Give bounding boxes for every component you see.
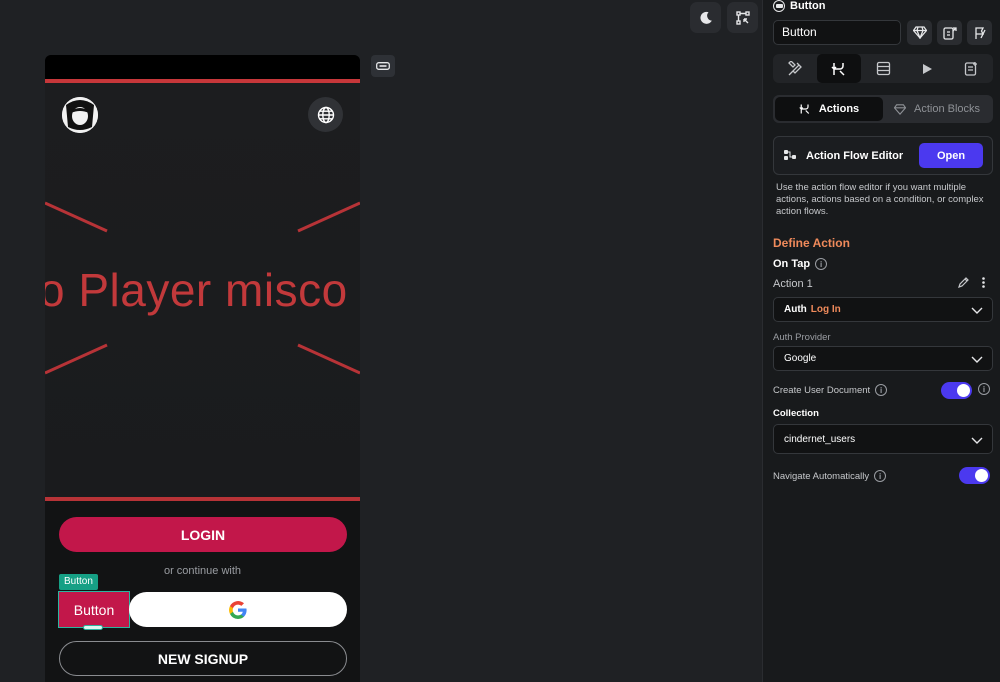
google-signin-button[interactable] (129, 592, 347, 627)
on-tap-label: On Tap i (773, 258, 828, 270)
login-button[interactable]: LOGIN (59, 517, 347, 552)
diamond-button[interactable] (907, 20, 932, 45)
google-logo (229, 600, 247, 619)
widget-type-label: Button (790, 0, 826, 12)
avatar-icon (62, 97, 98, 133)
collection-label: Collection (773, 408, 819, 419)
toggle-knob (975, 469, 988, 482)
widget-name-field[interactable]: Button (773, 20, 901, 45)
button-widget-icon (773, 0, 785, 12)
flag-icon (974, 26, 986, 39)
create-user-document-toggle[interactable] (941, 382, 972, 399)
auth-provider-label: Auth Provider (773, 332, 831, 343)
select-tool-button[interactable] (727, 2, 758, 33)
phone-preview: o Player misco LOGIN or continue with Bu… (45, 55, 360, 682)
properties-icon (788, 60, 802, 75)
chevron-down-icon (971, 437, 983, 444)
navigate-automatically-label: Navigate Automatically (773, 470, 870, 482)
info-icon[interactable]: i (874, 470, 887, 482)
chevron-down-icon (971, 307, 983, 314)
hero-section: o Player misco (45, 83, 360, 501)
selected-button[interactable]: Button (58, 591, 130, 628)
tab-docs[interactable] (949, 54, 993, 83)
moon-icon (699, 11, 712, 24)
action-flow-editor-label: Action Flow Editor (806, 150, 904, 162)
actions-icon (799, 104, 810, 114)
properties-panel: Button Button Actions Action Blocks Acti… (762, 0, 1000, 682)
auth-provider-value: Google (784, 353, 817, 364)
navigate-automatically-toggle[interactable] (959, 467, 990, 484)
create-user-document-label: Create User Document (773, 384, 871, 396)
flag-button[interactable] (967, 20, 992, 45)
more-options-icon[interactable] (982, 276, 985, 288)
avatar[interactable] (62, 97, 98, 133)
segment-actions[interactable]: Actions (775, 97, 883, 121)
select-tool-icon (735, 10, 750, 25)
tab-preview[interactable] (905, 54, 949, 83)
diamond-icon (912, 26, 927, 39)
canvas-toolbar (690, 2, 758, 33)
segment-action-blocks-label: Action Blocks (913, 103, 981, 115)
database-icon (876, 61, 890, 76)
collection-value: cindernet_users (784, 433, 856, 445)
action-category: Auth (784, 304, 807, 315)
on-tap-text: On Tap (773, 258, 811, 270)
diamond-icon (893, 103, 906, 115)
dark-mode-button[interactable] (690, 2, 721, 33)
language-button[interactable] (308, 97, 343, 132)
tab-actions[interactable] (817, 54, 861, 83)
hero-title: o Player misco (45, 264, 348, 316)
create-user-document-row: Create User Document i (773, 384, 888, 396)
info-icon[interactable]: i (875, 384, 888, 396)
export-button[interactable] (937, 20, 962, 45)
auth-provider-dropdown[interactable]: Google (773, 346, 993, 371)
tab-backend-query[interactable] (861, 54, 905, 83)
play-icon (923, 63, 932, 74)
canvas-area: o Player misco LOGIN or continue with Bu… (0, 0, 762, 682)
info-icon[interactable]: i (978, 383, 990, 395)
selection-tag: Button (59, 574, 98, 590)
resize-handle[interactable] (83, 625, 103, 630)
panel-tabs (773, 54, 993, 83)
auth-section: LOGIN or continue with Button Button NEW… (45, 501, 360, 678)
segment-action-blocks[interactable]: Action Blocks (883, 97, 991, 121)
collection-dropdown[interactable]: cindernet_users (773, 424, 993, 454)
action-flow-editor-card: Action Flow Editor Open (773, 136, 993, 175)
export-icon (942, 26, 957, 40)
document-icon (964, 62, 977, 76)
action-flow-helper-text: Use the action flow editor if you want m… (776, 182, 984, 217)
tab-properties[interactable] (773, 54, 817, 83)
device-badge-icon (376, 62, 390, 70)
define-action-heading: Define Action (773, 236, 850, 250)
new-signup-button[interactable]: NEW SIGNUP (59, 641, 347, 676)
action1-label: Action 1 (773, 278, 813, 290)
edit-icon[interactable] (958, 276, 970, 288)
action1-tools (958, 276, 985, 288)
actions-segment: Actions Action Blocks (773, 95, 993, 123)
actions-icon (831, 62, 845, 76)
segment-actions-label: Actions (818, 103, 860, 115)
navigate-automatically-row: Navigate Automatically i (773, 470, 887, 482)
device-badge[interactable] (371, 55, 395, 77)
toggle-knob (957, 384, 970, 397)
flow-icon (784, 150, 796, 160)
open-button[interactable]: Open (919, 143, 983, 168)
action-name: Log In (810, 304, 841, 315)
status-bar (45, 55, 360, 83)
widget-type-header: Button (773, 0, 825, 12)
header-tools (907, 20, 992, 45)
action-type-dropdown[interactable]: Auth Log In (773, 297, 993, 322)
globe-icon (317, 106, 334, 123)
chevron-down-icon (971, 356, 983, 363)
info-icon[interactable]: i (815, 258, 828, 270)
